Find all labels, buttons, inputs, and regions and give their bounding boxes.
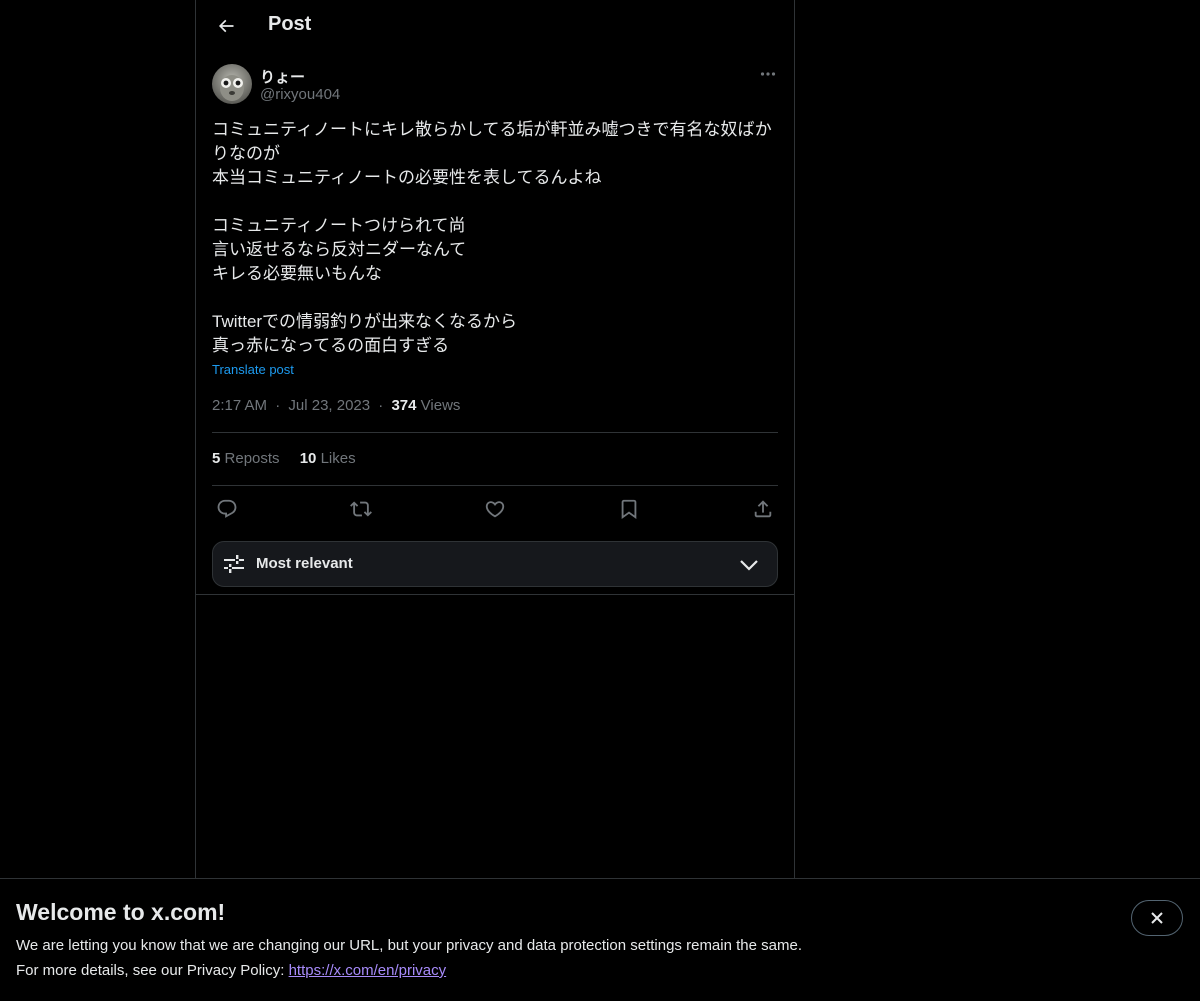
author-handle[interactable]: @rixyou404 bbox=[260, 86, 340, 103]
arrow-left-icon bbox=[216, 16, 236, 36]
likes-label: Likes bbox=[320, 450, 356, 467]
banner-title: Welcome to x.com! bbox=[16, 899, 226, 925]
like-button[interactable] bbox=[480, 496, 510, 522]
divider bbox=[212, 432, 778, 433]
chevron-down-icon bbox=[739, 556, 759, 574]
likes-stat[interactable]: 10 Likes bbox=[300, 450, 356, 467]
more-horizontal-icon bbox=[760, 71, 776, 77]
post-text-line: コミュニティノートにキレ散らかしてる垢が軒並み嘘つきで有名な奴ばか bbox=[212, 120, 772, 139]
post-text-line: 本当コミュニティノートの必要性を表してるんよね bbox=[212, 168, 602, 187]
post-date[interactable]: Jul 23, 2023 bbox=[288, 397, 370, 414]
sliders-icon bbox=[223, 553, 245, 575]
reposts-count: 5 bbox=[212, 450, 221, 467]
post-meta: 2:17 AM · Jul 23, 2023 · 374 Views bbox=[212, 397, 460, 414]
banner-privacy-prefix: For more details, see our Privacy Policy… bbox=[16, 962, 289, 979]
separator: · bbox=[275, 397, 281, 414]
reply-button[interactable] bbox=[212, 496, 242, 522]
sort-label: Most relevant bbox=[256, 555, 353, 572]
post-text-line bbox=[212, 190, 778, 214]
repost-button[interactable] bbox=[346, 496, 376, 522]
post-text: コミュニティノートにキレ散らかしてる垢が軒並み嘘つきで有名な奴ばか りなのが 本… bbox=[212, 118, 778, 358]
close-icon bbox=[1150, 911, 1164, 925]
post-text-line: キレる必要無いもんな bbox=[212, 264, 382, 283]
reply-icon bbox=[216, 498, 238, 520]
views-label: Views bbox=[420, 397, 461, 414]
post-text-line bbox=[212, 286, 778, 310]
post-text-line: 言い返せるなら反対ニダーなんて bbox=[212, 240, 467, 259]
post-column: Post りょー @rixyou404 コミュニティノートにキレ散らかしてる垢が… bbox=[195, 0, 795, 878]
author-name[interactable]: りょー bbox=[260, 66, 305, 87]
page-header: Post bbox=[196, 0, 794, 54]
post-author: りょー @rixyou404 bbox=[212, 64, 778, 108]
heart-icon bbox=[484, 498, 506, 520]
post-time[interactable]: 2:17 AM bbox=[212, 397, 267, 414]
translate-post-link[interactable]: Translate post bbox=[212, 362, 294, 377]
avatar[interactable] bbox=[212, 64, 252, 104]
welcome-banner: Welcome to x.com! We are letting you kno… bbox=[0, 878, 1200, 1001]
share-icon bbox=[752, 498, 774, 520]
post-text-line: りなのが bbox=[212, 144, 280, 163]
reposts-label: Reposts bbox=[224, 450, 280, 467]
divider bbox=[212, 485, 778, 486]
likes-count: 10 bbox=[299, 450, 317, 467]
share-button[interactable] bbox=[748, 496, 778, 522]
privacy-policy-link[interactable]: https://x.com/en/privacy bbox=[289, 962, 447, 979]
post-text-line: コミュニティノートつけられて尚 bbox=[212, 216, 466, 235]
engagement-stats: 5 Reposts 10 Likes bbox=[212, 450, 372, 467]
separator: · bbox=[378, 397, 384, 414]
bookmark-icon bbox=[618, 498, 640, 520]
bookmark-button[interactable] bbox=[614, 496, 644, 522]
views-count: 374 bbox=[391, 397, 417, 414]
post-text-line: Twitterでの情弱釣りが出来なくなるから bbox=[212, 312, 518, 331]
back-button[interactable] bbox=[208, 8, 244, 44]
banner-privacy-line: For more details, see our Privacy Policy… bbox=[16, 962, 446, 979]
page-title: Post bbox=[268, 13, 312, 35]
repost-icon bbox=[350, 498, 372, 520]
reposts-stat[interactable]: 5 Reposts bbox=[212, 450, 280, 467]
action-bar bbox=[212, 496, 778, 522]
close-banner-button[interactable] bbox=[1131, 900, 1183, 936]
more-options-button[interactable] bbox=[758, 64, 778, 84]
banner-message: We are letting you know that we are chan… bbox=[16, 937, 802, 954]
reply-sort-dropdown[interactable]: Most relevant bbox=[212, 541, 778, 587]
post-text-line: 真っ赤になってるの面白すぎる bbox=[212, 336, 450, 355]
divider bbox=[196, 594, 794, 595]
